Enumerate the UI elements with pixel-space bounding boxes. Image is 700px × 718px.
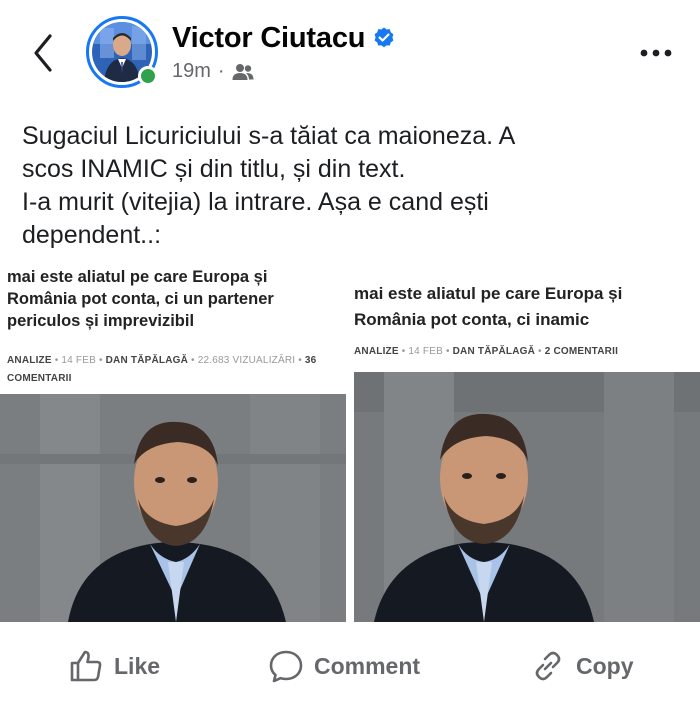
article-title-line: mai este aliatul pe care Europa și [354,284,623,303]
post-text-line: I-a murit (vitejia) la intrare. Așa e ca… [22,188,489,216]
article-title: mai este aliatul pe care Europa și Român… [354,281,700,333]
author-name[interactable]: Victor Ciutacu [172,22,365,55]
meta-separator: • [445,346,453,357]
article-section: ANALIZE [354,346,399,357]
meta-separator: · [217,60,225,82]
online-status-dot [138,66,158,86]
article-comments-label: COMENTARII [7,373,72,384]
article-author: DAN TĂPĂLAGĂ [452,346,536,357]
attached-screenshot-left[interactable]: mai este aliatul pe care Europa și Român… [0,264,346,622]
verified-badge-icon [374,27,394,48]
article-comments: 2 COMENTARII [544,346,619,357]
post-header: Victor Ciutacu 19m · [0,0,700,110]
friends-icon[interactable] [232,63,254,81]
link-icon [535,651,561,681]
article-photo [0,394,346,622]
post-timestamp[interactable]: 19m [172,60,211,83]
post-meta: 19m · [172,60,254,83]
portrait-image [0,394,346,622]
like-button[interactable]: Like [68,636,160,696]
article-title-line: România pot conta, ci un partener [7,290,274,308]
portrait-image [354,372,700,622]
post-text-line: Sugaciul Licuriciului s-a tăiat ca maion… [22,122,516,150]
author-name-row: Victor Ciutacu [172,20,396,56]
attached-screenshot-right[interactable]: mai este aliatul pe care Europa și Român… [354,264,700,622]
thumbs-up-icon [70,650,102,682]
article-meta: ANALIZE • 14 FEB • DAN TĂPĂLAGĂ • 2 COME… [354,344,700,360]
article-title-line: mai este aliatul pe care Europa și [7,268,268,286]
post-text-line: dependent..: [22,221,162,249]
meta-separator: • [298,355,305,366]
article-title-line: România pot conta, ci inamic [354,310,590,329]
article-title: mai este aliatul pe care Europa și Român… [7,268,343,332]
back-button[interactable] [26,30,62,76]
comment-button[interactable]: Comment [268,636,420,696]
article-author: DAN TĂPĂLAGĂ [105,355,189,366]
like-label: Like [114,652,161,679]
article-section: ANALIZE [7,355,52,366]
author-avatar[interactable] [86,16,158,88]
meta-separator: • [98,355,106,366]
article-date: 14 FEB [61,355,96,366]
article-photo [354,372,700,622]
post-action-bar: Like Comment Copy [0,636,700,696]
article-views: 22.683 VIZUALIZĂRI [197,355,296,366]
more-options-button[interactable] [636,38,680,68]
chevron-left-icon [34,34,52,72]
post-text-line: scos INAMIC și din titlu, și din text. [22,155,406,183]
post-text: Sugaciul Licuriciului s-a tăiat ca maion… [22,120,682,252]
article-title-line: periculos și imprevizibil [7,312,195,330]
more-horizontal-icon [640,49,672,57]
article-date: 14 FEB [408,346,443,357]
copy-link-button[interactable]: Copy [530,636,634,696]
meta-separator: • [191,355,198,366]
comment-bubble-icon [269,650,303,683]
comment-label: Comment [314,652,421,679]
copy-label: Copy [576,652,634,679]
article-comments-count: 36 [304,355,317,366]
meta-separator: • [538,346,545,357]
article-meta: ANALIZE • 14 FEB • DAN TĂPĂLAGĂ • 22.683… [7,352,343,388]
